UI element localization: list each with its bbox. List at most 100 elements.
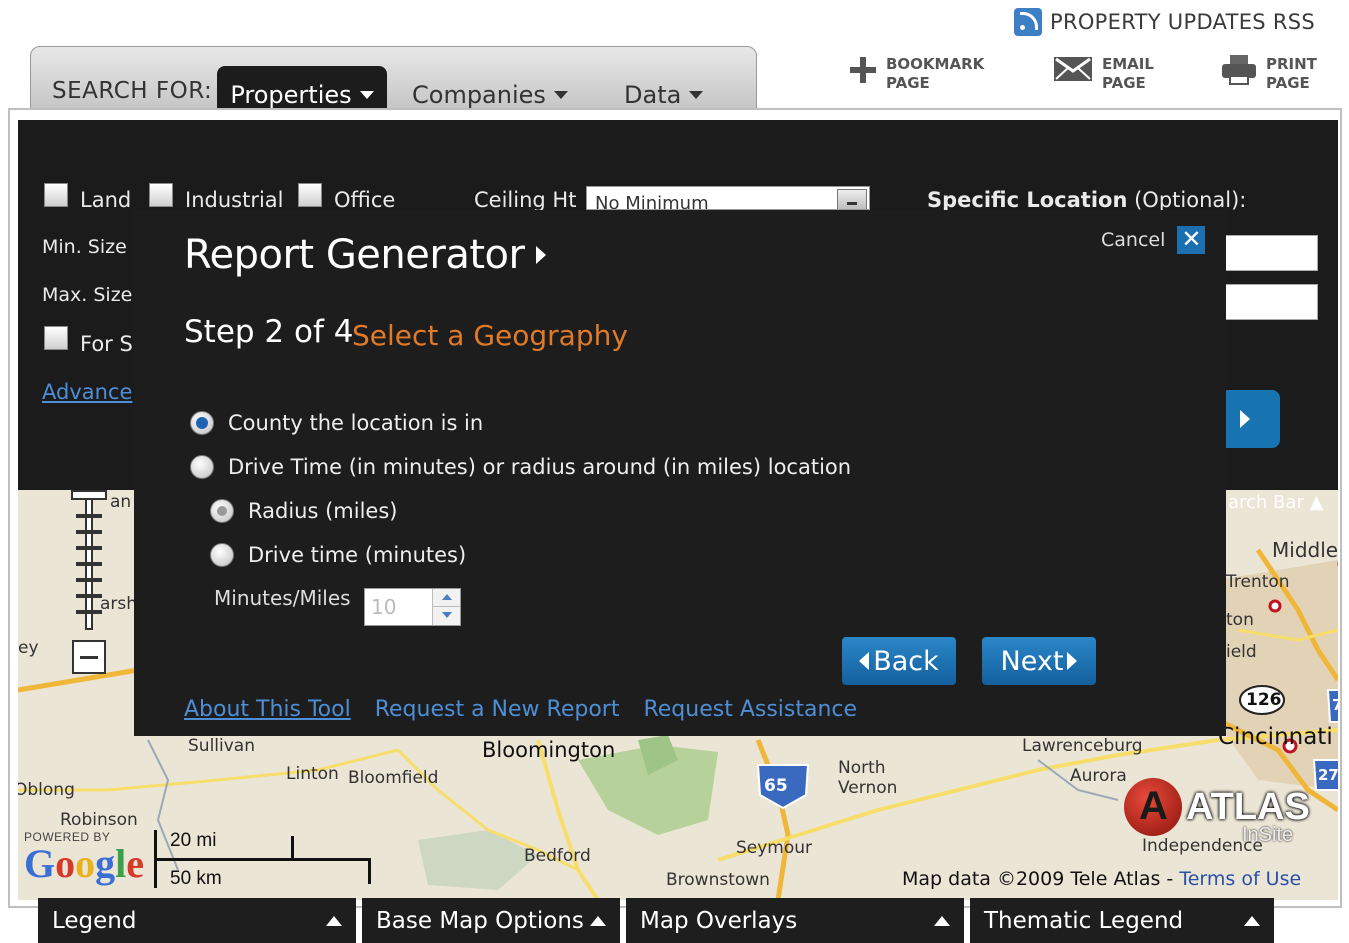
county-radio[interactable] [190,411,214,435]
email-icon [1054,57,1092,81]
chevron-up-icon [326,915,342,926]
request-assistance-link[interactable]: Request Assistance [643,697,857,722]
location-input-2[interactable] [1222,284,1318,320]
print-line1: PRINT [1266,55,1317,73]
atlas-insite-logo: ATLAS InSite [1124,778,1310,846]
map-label-bloomington: Bloomington [482,738,616,762]
legend-tab[interactable]: Legend [38,898,356,943]
close-icon[interactable]: ✕ [1177,226,1206,254]
legend-tab-label: Legend [52,907,137,934]
dialog-title-text: Report Generator [184,232,525,278]
email-line2: PAGE [1102,74,1146,92]
map-overlays-tab[interactable]: Map Overlays [626,898,964,943]
thematic-legend-tab[interactable]: Thematic Legend [970,898,1274,943]
highway-65-label: 65 [764,776,788,796]
drive-time-radius-radio[interactable] [190,455,214,479]
decrement-arrow-icon[interactable] [432,607,460,625]
map-label-ey: ey [18,638,39,658]
print-page-button[interactable]: PRINT PAGE [1222,55,1317,93]
email-line1: EMAIL [1102,55,1154,73]
map-label-trenton: Trenton [1226,572,1290,592]
back-label: Back [873,645,939,677]
chevron-up-icon [590,915,606,926]
increment-arrow-icon[interactable] [432,589,460,607]
map-label-linton: Linton [286,764,339,784]
print-line2: PAGE [1266,74,1310,92]
tab-data-label: Data [624,81,682,109]
option-drive-time-minutes[interactable]: Drive time (minutes) [210,543,466,567]
map-copyright: Map data ©2009 Tele Atlas - Terms of Use [902,868,1301,890]
map-label-north-vernon: North Vernon [838,758,898,798]
map-label-ton: ton [1226,610,1254,630]
highway-126-label: 126 [1246,690,1282,710]
zoom-slider[interactable] [68,490,110,630]
chevron-up-icon [1244,915,1260,926]
atlas-logo-icon [1124,778,1182,836]
map-label-robinson: Robinson [60,810,138,830]
back-button[interactable]: Back [842,637,956,685]
bookmark-page-button[interactable]: BOOKMARK PAGE [850,55,984,93]
hide-search-bar-toggle[interactable]: arch Bar ▲ [1228,492,1323,513]
minutes-miles-stepper[interactable] [364,588,461,626]
map-label-cincinnati: Cincinnati [1218,724,1333,750]
drive-time-minutes-radio[interactable] [210,543,234,567]
for-sale-checkbox[interactable] [44,326,68,350]
minutes-miles-label: Minutes/Miles [214,586,351,610]
zoom-slider-handle[interactable] [71,490,107,500]
drive-time-minutes-label: Drive time (minutes) [248,543,467,567]
map-label-aurora: Aurora [1070,766,1127,786]
specific-location-label: Specific Location (Optional): [927,188,1246,212]
search-go-button[interactable] [1222,390,1280,448]
next-button[interactable]: Next [982,637,1096,685]
zoom-out-button[interactable] [72,640,106,674]
map-overlays-label: Map Overlays [640,907,798,934]
office-label: Office [334,188,396,212]
chevron-right-icon [536,246,547,264]
industrial-checkbox[interactable] [149,183,173,207]
rss-link[interactable]: PROPERTY UPDATES RSS [1014,8,1315,36]
map-label-ield: ield [1226,642,1257,662]
office-checkbox[interactable] [298,183,322,207]
drive-time-radius-label: Drive Time (in minutes) or radius around… [228,455,852,479]
cancel-button[interactable]: Cancel ✕ [1101,226,1206,254]
chevron-down-icon [359,91,374,99]
request-new-report-link[interactable]: Request a New Report [375,697,620,722]
max-size-label: Max. Size [42,284,133,306]
advanced-search-link[interactable]: Advance [42,380,132,404]
about-this-tool-link[interactable]: About This Tool [184,697,351,722]
ceiling-height-select[interactable]: No Minimum [586,186,870,210]
radius-miles-label: Radius (miles) [248,499,398,523]
rss-label: PROPERTY UPDATES RSS [1050,10,1316,34]
chevron-right-icon [1067,652,1078,670]
scale-km: 50 km [170,868,222,889]
option-drive-time-radius[interactable]: Drive Time (in minutes) or radius around… [190,455,851,479]
map-scale: 20 mi 50 km [154,830,374,889]
terms-of-use-link[interactable]: Terms of Use [1179,868,1301,890]
radius-miles-radio[interactable] [210,499,234,523]
chevron-up-icon [934,915,950,926]
map-label-an: an [110,492,132,512]
specific-location-optional: (Optional): [1134,188,1247,212]
atlas-wordmark: ATLAS [1186,786,1310,828]
bookmark-line1: BOOKMARK [886,55,985,73]
bookmark-line2: PAGE [886,74,930,92]
highway-275-label: 275 [1318,766,1338,784]
minutes-miles-input[interactable] [365,589,431,625]
scale-miles: 20 mi [170,830,217,851]
min-size-label: Min. Size [42,236,127,258]
chevron-left-icon [859,652,870,670]
land-checkbox[interactable] [44,183,68,207]
email-page-button[interactable]: EMAIL PAGE [1054,55,1154,93]
option-radius-miles[interactable]: Radius (miles) [210,499,397,523]
base-map-options-tab[interactable]: Base Map Options [362,898,620,943]
cancel-label: Cancel [1101,229,1166,251]
search-for-label: SEARCH FOR: [52,78,213,104]
rss-icon [1014,8,1042,36]
industrial-label: Industrial [185,188,284,212]
for-sale-label: For S [80,332,133,356]
land-label: Land [80,188,132,212]
option-county[interactable]: County the location is in [190,411,483,435]
map-label-bedford: Bedford [524,846,591,866]
county-label: County the location is in [228,411,484,435]
location-input-1[interactable] [1222,235,1318,271]
